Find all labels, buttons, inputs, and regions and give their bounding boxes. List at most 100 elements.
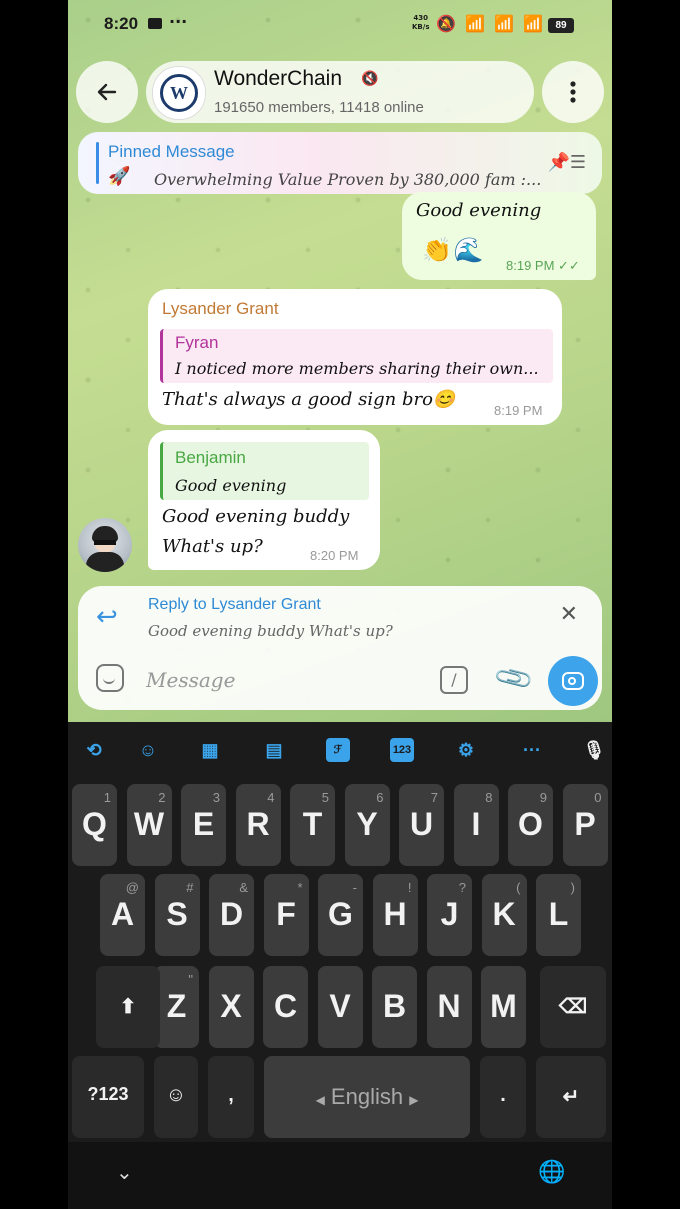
key-label: Y: [356, 806, 378, 842]
network-speed-value: 430: [413, 14, 429, 22]
key-label: Z: [166, 988, 187, 1024]
key-label: J: [440, 896, 459, 932]
key-h[interactable]: ! H: [372, 874, 418, 956]
key-t[interactable]: 5T: [290, 784, 335, 866]
key-hint: *: [297, 880, 303, 895]
more-icon[interactable]: ···: [520, 738, 544, 762]
key-r[interactable]: 4R: [235, 784, 281, 866]
font-style-icon[interactable]: ℱ: [326, 738, 350, 762]
key-f[interactable]: * F: [263, 874, 309, 956]
key-v[interactable]: V: [317, 966, 363, 1048]
emoji-key[interactable]: ☺: [154, 1056, 198, 1138]
clipboard-icon[interactable]: ▤: [262, 738, 286, 762]
key-z[interactable]: " Z: [154, 966, 199, 1048]
translate-icon[interactable]: ⟲: [82, 738, 106, 762]
key-label: X: [220, 988, 242, 1024]
key-p[interactable]: 0P: [562, 784, 608, 866]
symbols-key[interactable]: ?123: [72, 1056, 144, 1138]
key-label: B: [382, 988, 407, 1024]
key-q[interactable]: 1Q: [72, 784, 117, 866]
message-time: 8:19 PM: [494, 403, 543, 418]
phone-screen: 8:20 ··· 430 KB/s 🔕 📶 📶 📶 89 W WonderCha…: [68, 0, 612, 1209]
reply-arrow-icon: ↩: [96, 602, 118, 632]
key-hint: &: [239, 880, 248, 895]
key-e[interactable]: 3E: [181, 784, 226, 866]
key-l[interactable]: ) L: [536, 874, 581, 956]
status-time: 8:20: [104, 14, 139, 33]
space-key[interactable]: ◀ English ▶: [264, 1056, 470, 1138]
right-arrow-icon: ▶: [409, 1093, 419, 1107]
reply-preview-text: Good evening buddy What's up?: [148, 622, 393, 640]
sticker-icon[interactable]: [96, 664, 124, 692]
key-hint: ": [188, 972, 193, 987]
microphone-icon[interactable]: 🎙: [582, 738, 606, 762]
key-a[interactable]: @ A: [100, 874, 145, 956]
smiley-icon: ☺: [165, 1084, 187, 1106]
message-input[interactable]: [144, 664, 418, 696]
key-n[interactable]: N: [426, 966, 472, 1048]
backspace-key[interactable]: ⌫: [540, 966, 606, 1048]
message-text: That's always a good sign bro😊: [162, 389, 456, 410]
quoted-sender: Benjamin: [175, 448, 246, 467]
quoted-text: Good evening: [175, 476, 287, 495]
key-i[interactable]: 8I: [453, 784, 499, 866]
chat-header[interactable]: W WonderChain 🔇 191650 members, 11418 on…: [146, 61, 534, 123]
keyboard-toolbar: ⟲ ☺ ▦ ▤ ℱ 123 ⚙ ··· 🎙: [68, 722, 612, 778]
muted-icon: 🔇: [361, 71, 379, 87]
store-icon[interactable]: ▦: [198, 738, 222, 762]
emoji-icon[interactable]: ☺: [136, 738, 160, 762]
key-o[interactable]: 9O: [508, 784, 553, 866]
key-m[interactable]: M: [481, 966, 526, 1048]
key-label: K: [492, 896, 516, 932]
key-label: N: [437, 988, 461, 1024]
quoted-reply[interactable]: Fyran I noticed more members sharing the…: [160, 329, 553, 383]
key-label: V: [329, 988, 351, 1024]
command-icon[interactable]: /: [440, 666, 468, 694]
incoming-message[interactable]: Benjamin Good evening Good evening buddy…: [148, 430, 380, 570]
backspace-icon: ⌫: [558, 996, 588, 1018]
comma-key[interactable]: ,: [208, 1056, 254, 1138]
key-hint: (: [516, 880, 521, 895]
hide-keyboard-chevron-icon[interactable]: ⌄: [116, 1160, 133, 1184]
globe-icon[interactable]: 🌐: [538, 1160, 565, 1185]
key-c[interactable]: C: [263, 966, 308, 1048]
key-g[interactable]: -G: [318, 874, 363, 956]
key-label: D: [219, 896, 244, 932]
key-label: I: [471, 806, 481, 842]
key-label: P: [574, 806, 596, 842]
message-composer: ↩ Reply to Lysander Grant Good evening b…: [78, 586, 602, 710]
enter-key[interactable]: ↵: [536, 1056, 606, 1138]
navigation-bar: ⌄ 🌐: [68, 1142, 612, 1209]
key-w[interactable]: 2W: [126, 784, 172, 866]
message-text: Good evening: [416, 200, 542, 221]
key-s[interactable]: # S: [154, 874, 200, 956]
key-x[interactable]: X: [208, 966, 254, 1048]
key-label: W: [133, 806, 165, 842]
key-label: G: [328, 896, 353, 932]
back-button[interactable]: [76, 61, 138, 123]
theme-icon[interactable]: ⚙: [454, 738, 478, 762]
camera-button[interactable]: [548, 656, 598, 706]
numpad-icon[interactable]: 123: [390, 738, 414, 762]
message-text-line1: Good evening buddy: [162, 506, 350, 527]
key-b[interactable]: B: [372, 966, 417, 1048]
shift-key[interactable]: ⬆: [96, 966, 160, 1048]
attach-icon[interactable]: 📎: [492, 657, 536, 700]
outgoing-message[interactable]: Good evening 👏🌊 8:19 PM ✓✓: [402, 192, 596, 280]
key-u[interactable]: 7U: [399, 784, 444, 866]
key-d[interactable]: & D: [209, 874, 254, 956]
sender-avatar[interactable]: [78, 518, 132, 572]
close-reply-icon[interactable]: ✕: [560, 602, 578, 627]
quoted-reply[interactable]: Benjamin Good evening: [160, 442, 369, 500]
key-y[interactable]: 6Y: [344, 784, 390, 866]
sender-name[interactable]: Lysander Grant: [162, 299, 279, 319]
pinned-message-bar[interactable]: Pinned Message 🚀 Overwhelming Value Prov…: [78, 132, 602, 194]
pinned-list-icon[interactable]: 📌☰: [547, 152, 586, 173]
incoming-message[interactable]: Lysander Grant Fyran I noticed more memb…: [148, 289, 562, 425]
message-time: 8:20 PM: [310, 548, 359, 563]
period-key[interactable]: .: [480, 1056, 526, 1138]
key-j[interactable]: ? J: [427, 874, 472, 956]
key-label: Q: [82, 806, 107, 842]
key-k[interactable]: (K: [481, 874, 527, 956]
more-options-button[interactable]: [542, 61, 604, 123]
